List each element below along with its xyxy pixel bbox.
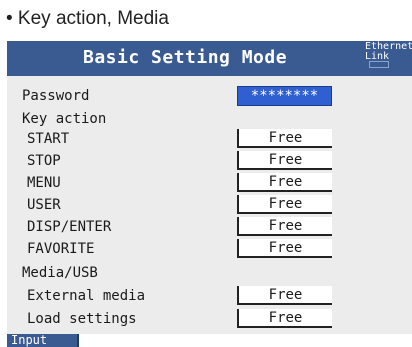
menu-field[interactable]: Free [237, 173, 332, 192]
key-action-heading: Key action [22, 111, 107, 127]
load-settings-label: Load settings [27, 311, 137, 327]
favorite-label: FAVORITE [27, 241, 95, 257]
status-bar: Input [7, 334, 412, 347]
link-indicator-icon [369, 61, 389, 68]
key-action-row-favorite: FAVORITE Free [7, 239, 412, 261]
favorite-field[interactable]: Free [237, 239, 332, 258]
load-settings-field[interactable]: Free [237, 309, 332, 328]
settings-screen: Basic Setting Mode Ethernet Link Passwor… [7, 41, 412, 347]
ethernet-status: Ethernet Link [365, 42, 412, 62]
media-heading: Media/USB [22, 265, 98, 281]
password-row: Password ******** [7, 86, 412, 108]
page-caption: • Key action, Media [6, 8, 169, 29]
password-field[interactable]: ******** [237, 86, 332, 106]
key-action-row-start: START Free [7, 129, 412, 151]
password-label: Password [22, 88, 90, 104]
media-row-external: External media Free [7, 286, 412, 308]
external-media-field[interactable]: Free [237, 286, 332, 305]
menu-label: MENU [27, 175, 61, 191]
key-action-row-user: USER Free [7, 195, 412, 217]
disp-enter-label: DISP/ENTER [27, 219, 112, 235]
start-label: START [27, 131, 70, 147]
disp-enter-field[interactable]: Free [237, 217, 332, 236]
key-action-row-disp-enter: DISP/ENTER Free [7, 217, 412, 239]
key-action-heading-row: Key action [7, 109, 412, 131]
user-label: USER [27, 197, 61, 213]
key-action-row-stop: STOP Free [7, 151, 412, 173]
input-tab[interactable]: Input [7, 334, 79, 347]
stop-label: STOP [27, 153, 61, 169]
start-field[interactable]: Free [237, 129, 332, 148]
user-field[interactable]: Free [237, 195, 332, 214]
media-row-load-settings: Load settings Free [7, 309, 412, 331]
screen-title: Basic Setting Mode [83, 47, 288, 68]
media-heading-row: Media/USB [7, 263, 412, 285]
external-media-label: External media [27, 288, 146, 304]
title-bar: Basic Setting Mode Ethernet Link [7, 41, 412, 76]
stop-field[interactable]: Free [237, 151, 332, 170]
key-action-row-menu: MENU Free [7, 173, 412, 195]
